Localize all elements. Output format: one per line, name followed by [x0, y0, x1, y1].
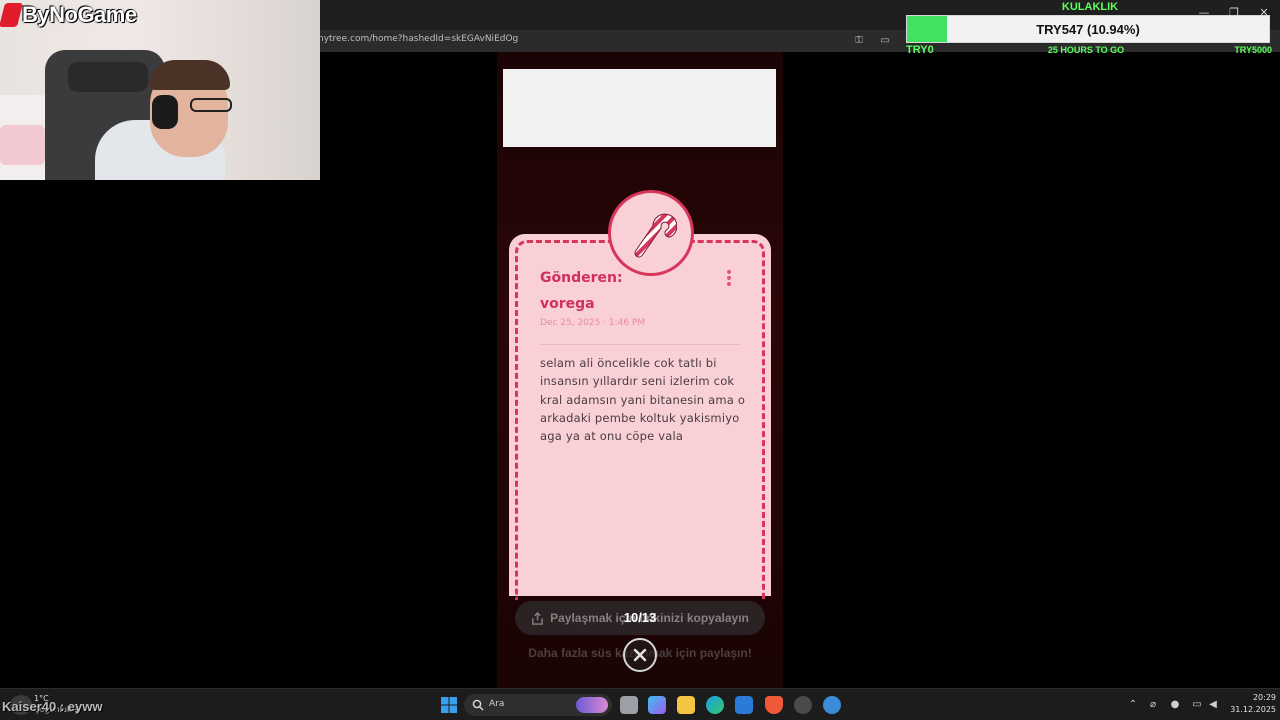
task-view-icon[interactable]: [620, 696, 638, 714]
taskbar: 1°C Çoğunlukla Kaiser40 : eyww Ara ⌃ ⌀ ●…: [0, 688, 1280, 720]
cast-icon[interactable]: ▭: [878, 34, 892, 48]
clock-time[interactable]: 20:29: [1236, 693, 1276, 702]
card-divider: [540, 344, 740, 345]
share-icon: [532, 611, 543, 625]
candy-cane-icon: [634, 213, 677, 258]
channel-logo-mark: [0, 3, 23, 27]
goal-time-left: 25 HOURS TO GO: [1047, 45, 1125, 55]
chevron-up-icon[interactable]: ⌃: [1126, 698, 1140, 712]
windows-start-icon[interactable]: [440, 696, 458, 714]
webcam-pink-object: [0, 125, 45, 165]
webcam-streamer-hair: [150, 60, 230, 90]
goal-title: KULAKLIK: [1061, 1, 1119, 13]
chat-overlay-message: Kaiser40 : eyww: [2, 699, 103, 714]
display-icon[interactable]: ▭: [1190, 698, 1204, 712]
gift-page: Gönderen: vorega Dec 25, 2025 · 1:46 PM …: [497, 52, 783, 688]
edge-icon[interactable]: [706, 696, 724, 714]
brave-browser-icon[interactable]: [765, 696, 783, 714]
store-icon[interactable]: [735, 696, 753, 714]
goal-target-label: TRY5000: [1234, 45, 1272, 55]
network-off-icon[interactable]: ⌀: [1146, 698, 1160, 712]
card-badge: [608, 190, 694, 276]
message-text: selam ali öncelikle cok tatlı bi insansı…: [540, 356, 746, 444]
key-icon[interactable]: ⚿: [852, 34, 866, 48]
headphone-icon: [152, 95, 178, 129]
app-icon[interactable]: [823, 696, 841, 714]
webcam-chair-headrest: [68, 62, 148, 92]
sender-label: Gönderen:: [540, 270, 623, 286]
close-icon: [633, 648, 647, 662]
obs-icon[interactable]: [794, 696, 812, 714]
message-counter: 10/13: [623, 610, 657, 625]
copilot-icon[interactable]: [648, 696, 666, 714]
search-icon: [472, 699, 484, 711]
microphone-icon[interactable]: ●: [1168, 698, 1182, 712]
clock-date[interactable]: 31.12.2025: [1222, 705, 1276, 714]
screen: — ❐ ✕ nytree.com/home?hashedId=skEGAvNiE…: [0, 0, 1280, 720]
taskbar-search[interactable]: Ara: [464, 694, 612, 716]
goal-start-label: TRY0: [906, 44, 934, 56]
goal-progress-bar: TRY547 (10.94%): [906, 15, 1270, 43]
search-highlight-icon: [576, 697, 608, 713]
close-button[interactable]: [623, 638, 657, 672]
url-text[interactable]: nytree.com/home?hashedId=skEGAvNiEdOg: [318, 34, 518, 44]
message-card: Gönderen: vorega Dec 25, 2025 · 1:46 PM …: [509, 190, 771, 600]
channel-logo: ByNoGame: [0, 2, 137, 28]
ad-placeholder: [503, 69, 776, 147]
search-placeholder: Ara: [489, 699, 505, 709]
message-date: Dec 25, 2025 · 1:46 PM: [540, 318, 646, 328]
glasses-icon: [190, 98, 232, 112]
volume-icon[interactable]: ◀: [1206, 698, 1220, 712]
goal-amount: TRY547 (10.94%): [1036, 22, 1140, 37]
more-options-icon[interactable]: • • •: [721, 266, 737, 292]
webcam-overlay: ByNoGame: [0, 0, 320, 180]
sender-name: vorega: [540, 296, 595, 312]
file-explorer-icon[interactable]: [677, 696, 695, 714]
channel-logo-text: ByNoGame: [22, 2, 137, 27]
